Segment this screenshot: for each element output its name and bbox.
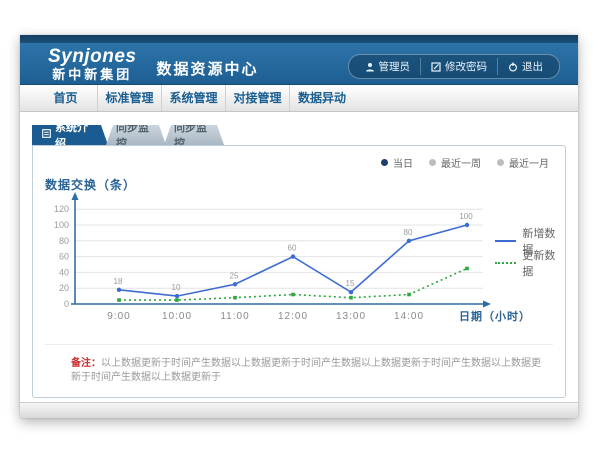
content-panel: 当日最近一周最近一月 数据交换（条） 0204060801001209:0010… (32, 145, 566, 398)
data-point (291, 254, 295, 258)
data-point (175, 294, 179, 298)
nav-item-首页[interactable]: 首页 (34, 85, 98, 111)
data-point (233, 282, 237, 286)
document-icon (42, 129, 51, 141)
user-menu-修改密码[interactable]: 修改密码 (420, 58, 497, 75)
user-menu-退出[interactable]: 退出 (497, 58, 553, 75)
x-tick-label: 14:00 (394, 311, 424, 322)
x-tick-label: 12:00 (278, 311, 308, 322)
nav-item-数据异动[interactable]: 数据异动 (290, 85, 354, 111)
x-tick-label: 9:00 (107, 311, 130, 322)
data-point (175, 298, 179, 302)
tab-同步监控-2[interactable]: 同步监控 (164, 125, 224, 145)
data-point-label: 80 (404, 228, 413, 237)
x-tick-label: 11:00 (220, 311, 249, 322)
x-tick-label: 10:00 (162, 311, 192, 322)
data-point (465, 267, 469, 271)
tab-bar: 系统介绍同步监控同步监控 (32, 125, 566, 145)
data-point (291, 293, 295, 297)
user-menu-管理员[interactable]: 管理员 (355, 58, 421, 75)
nav-item-对接管理[interactable]: 对接管理 (226, 85, 290, 111)
legend-line-sample (495, 262, 516, 264)
logo-text-cn: 新中新集团 (48, 68, 136, 81)
chart-legend: 新增数据更新数据 (495, 230, 565, 274)
tab-系统介绍-0[interactable]: 系统介绍 (32, 125, 108, 145)
nav-item-系统管理[interactable]: 系统管理 (162, 85, 226, 111)
radio-dot (429, 159, 436, 166)
screenshot-canvas: Synjones 新中新集团 数据资源中心 管理员修改密码退出 首页标准管理系统… (0, 0, 600, 450)
y-tick-label: 20 (59, 283, 69, 293)
top-strip (20, 35, 578, 43)
footnote-label: 备注： (71, 358, 101, 369)
nav-item-标准管理[interactable]: 标准管理 (98, 85, 162, 111)
data-point (233, 296, 237, 300)
logo-text-en: Synjones (48, 47, 136, 66)
data-point-label: 10 (172, 283, 181, 292)
data-point (407, 293, 411, 297)
time-range-options: 当日 最近一周 最近一月 (381, 155, 549, 170)
data-point-label: 18 (114, 277, 123, 286)
range-option-当日[interactable]: 当日 (381, 155, 413, 170)
power-icon (508, 62, 518, 72)
user-menu: 管理员修改密码退出 (348, 54, 561, 79)
legend-item-更新数据[interactable]: 更新数据 (495, 252, 565, 274)
data-point (117, 298, 121, 302)
range-option-最近一周[interactable]: 最近一周 (429, 155, 481, 170)
app-header: Synjones 新中新集团 数据资源中心 管理员修改密码退出 (20, 43, 578, 85)
radio-dot (381, 159, 388, 166)
y-tick-label: 120 (54, 204, 69, 214)
company-logo: Synjones 新中新集团 (48, 47, 136, 81)
radio-dot (497, 159, 504, 166)
user-icon (365, 62, 375, 72)
footnote-text: 以上数据更新于时间产生数据以上数据更新于时间产生数据以上数据更新于时间产生数据以… (71, 358, 541, 383)
y-axis-arrow (72, 192, 79, 200)
x-axis-title: 日期（小时） (459, 308, 531, 324)
edit-icon (431, 62, 441, 72)
y-tick-label: 60 (59, 252, 69, 262)
page-title: 数据资源中心 (156, 58, 258, 79)
y-tick-label: 40 (59, 267, 69, 277)
x-axis-arrow (483, 301, 491, 308)
footnote: 备注：以上数据更新于时间产生数据以上数据更新于时间产生数据以上数据更新于时间产生… (45, 344, 553, 385)
data-point-label: 25 (230, 271, 239, 280)
data-point (349, 290, 353, 294)
tab-同步监控-1[interactable]: 同步监控 (106, 125, 166, 145)
data-point-label: 100 (459, 212, 473, 221)
data-point-label: 15 (346, 279, 355, 288)
range-option-最近一月[interactable]: 最近一月 (497, 155, 549, 170)
y-tick-label: 80 (59, 236, 69, 246)
window-footer (20, 402, 578, 418)
main-nav: 首页标准管理系统管理对接管理数据异动 (20, 85, 578, 112)
y-tick-label: 100 (54, 220, 69, 230)
data-point (407, 239, 411, 243)
data-point-label: 60 (288, 244, 297, 253)
x-tick-label: 13:00 (336, 311, 366, 322)
data-point (465, 223, 469, 227)
y-tick-label: 0 (64, 299, 69, 309)
data-point (117, 288, 121, 292)
app-window: Synjones 新中新集团 数据资源中心 管理员修改密码退出 首页标准管理系统… (20, 35, 578, 418)
legend-line-sample (495, 240, 516, 242)
data-point (349, 296, 353, 300)
